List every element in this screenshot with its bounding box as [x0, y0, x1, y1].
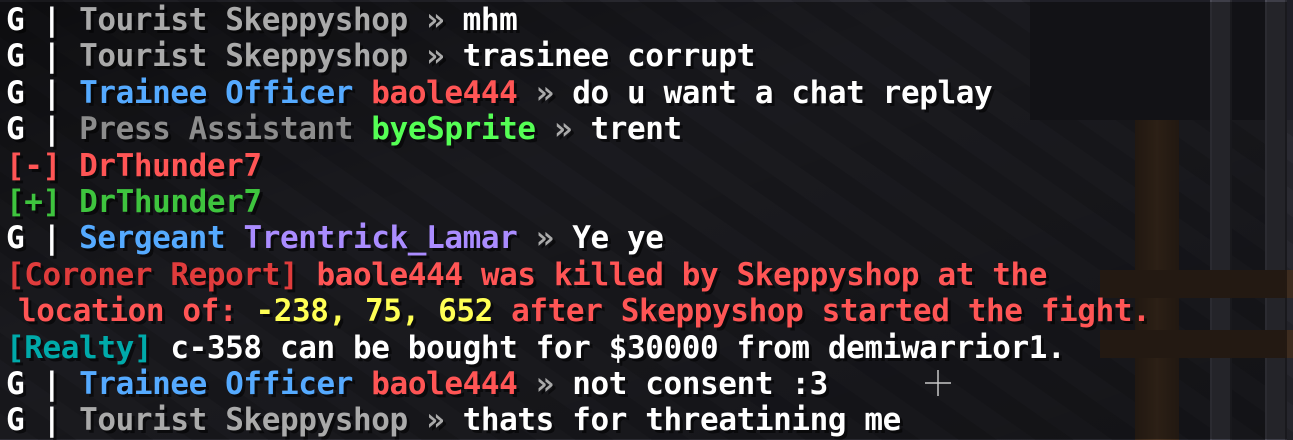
chat-overlay: G | Tourist Skeppyshop » mhm G | Tourist…: [0, 2, 1287, 439]
chat-line: G | Tourist Skeppyshop » thats for threa…: [6, 402, 1281, 438]
coroner-text: baole444 was killed by Skeppyshop at the: [316, 256, 1048, 293]
separator: |: [24, 220, 80, 257]
rank-label: Press Assistant: [79, 111, 354, 148]
coroner-tag: [Coroner Report]: [6, 256, 299, 293]
crosshair-icon: [925, 370, 951, 396]
arrow-separator: »: [407, 402, 463, 439]
separator: |: [24, 74, 80, 111]
join-tag: [+]: [6, 183, 61, 220]
arrow-separator: »: [517, 220, 573, 257]
arrow-separator: »: [535, 111, 591, 148]
realty-tag: [Realty]: [6, 329, 153, 366]
coroner-text: location of:: [18, 293, 256, 330]
arrow-separator: »: [517, 74, 573, 111]
player-name: Skeppyshop: [225, 38, 408, 75]
arrow-separator: »: [407, 2, 463, 38]
separator: |: [24, 111, 80, 148]
chat-line-realty: [Realty] c-358 can be bought for $30000 …: [6, 330, 1281, 366]
rank-label: Trainee Officer: [79, 74, 354, 111]
player-name: baole444: [371, 365, 518, 402]
chat-line: G | Trainee Officer baole444 » do u want…: [6, 75, 1281, 111]
channel-prefix: G: [6, 220, 25, 257]
chat-line-coroner-cont: location of: -238, 75, 652 after Skeppys…: [6, 293, 1281, 329]
chat-line: G | Press Assistant byeSprite » trent: [6, 111, 1281, 147]
chat-line-leave: [-] DrThunder7: [6, 148, 1281, 184]
player-name: byeSprite: [371, 111, 536, 148]
chat-line: G | Trainee Officer baole444 » not conse…: [6, 366, 1281, 402]
separator: |: [24, 402, 80, 439]
channel-prefix: G: [6, 365, 25, 402]
player-name: Skeppyshop: [225, 2, 408, 38]
chat-message: trasinee corrupt: [462, 38, 756, 75]
chat-line: G | Sergeant Trentrick_Lamar » Ye ye: [6, 220, 1281, 256]
separator: |: [24, 365, 80, 402]
channel-prefix: G: [6, 402, 25, 439]
coroner-text: after Skeppyshop started the fight.: [492, 293, 1151, 330]
coordinates: -238, 75, 652: [255, 293, 493, 330]
rank-label: Sergeant: [79, 220, 226, 257]
chat-line: G | Tourist Skeppyshop » trasinee corrup…: [6, 38, 1281, 74]
chat-message: trent: [590, 111, 682, 148]
player-name: Skeppyshop: [225, 402, 408, 439]
rank-label: Tourist: [79, 38, 207, 75]
separator: |: [24, 2, 80, 38]
player-name: baole444: [371, 74, 518, 111]
channel-prefix: G: [6, 38, 25, 75]
chat-message: not consent :3: [572, 365, 828, 402]
leave-tag: [-]: [6, 147, 61, 184]
rank-label: Tourist: [79, 402, 207, 439]
arrow-separator: »: [407, 38, 463, 75]
player-name: DrThunder7: [79, 147, 262, 184]
channel-prefix: G: [6, 111, 25, 148]
channel-prefix: G: [6, 2, 25, 38]
arrow-separator: »: [517, 365, 573, 402]
player-name: DrThunder7: [79, 183, 262, 220]
chat-line: G | Tourist Skeppyshop » mhm: [6, 2, 1281, 38]
chat-message: thats for threatining me: [462, 402, 902, 439]
channel-prefix: G: [6, 74, 25, 111]
chat-message: mhm: [462, 2, 518, 38]
separator: |: [24, 38, 80, 75]
rank-label: Tourist: [79, 2, 207, 38]
chat-message: Ye ye: [572, 220, 664, 257]
player-name: Trentrick_Lamar: [243, 220, 518, 257]
chat-line-join: [+] DrThunder7: [6, 184, 1281, 220]
chat-line-coroner: [Coroner Report] baole444 was killed by …: [6, 257, 1281, 293]
realty-text: c-358 can be bought for $30000 from demi…: [170, 329, 1066, 366]
rank-label: Trainee Officer: [79, 365, 354, 402]
chat-message: do u want a chat replay: [572, 74, 993, 111]
